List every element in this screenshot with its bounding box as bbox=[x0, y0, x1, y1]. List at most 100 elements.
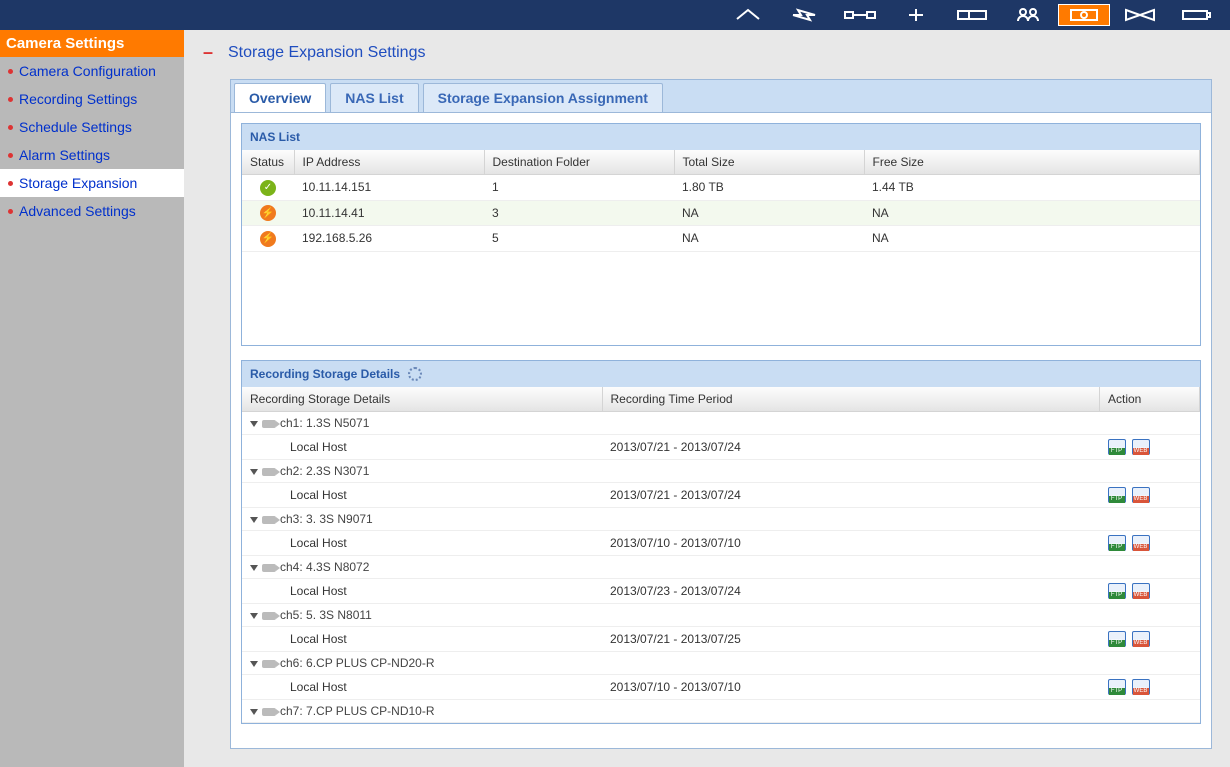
nas-folder: 5 bbox=[484, 226, 674, 252]
bullet-icon bbox=[8, 209, 13, 214]
col-status[interactable]: Status bbox=[242, 150, 294, 175]
nas-ip: 10.11.14.151 bbox=[294, 175, 484, 200]
ftp-icon[interactable] bbox=[1108, 679, 1126, 695]
camera-small-icon bbox=[262, 516, 276, 524]
time-period: 2013/07/21 - 2013/07/24 bbox=[602, 435, 1100, 460]
sidebar-item-5[interactable]: Advanced Settings bbox=[0, 197, 184, 225]
home-icon[interactable] bbox=[722, 4, 774, 26]
storage-host-row[interactable]: Local Host2013/07/23 - 2013/07/24 bbox=[242, 579, 1200, 604]
bullet-icon bbox=[8, 181, 13, 186]
storage-host-row[interactable]: Local Host2013/07/21 - 2013/07/25 bbox=[242, 627, 1200, 652]
col-free[interactable]: Free Size bbox=[864, 150, 1200, 175]
bullet-icon bbox=[8, 97, 13, 102]
action-cell bbox=[1100, 483, 1200, 508]
ftp-icon[interactable] bbox=[1108, 439, 1126, 455]
ftp-icon[interactable] bbox=[1108, 583, 1126, 599]
camera-small-icon bbox=[262, 420, 276, 428]
web-icon[interactable] bbox=[1132, 631, 1150, 647]
channel-row[interactable]: ch5: 5. 3S N8011 bbox=[242, 604, 1200, 627]
collapse-icon[interactable]: – bbox=[202, 42, 214, 63]
camera-small-icon bbox=[262, 564, 276, 572]
channel-row[interactable]: ch3: 3. 3S N9071 bbox=[242, 508, 1200, 531]
ftp-icon[interactable] bbox=[1108, 631, 1126, 647]
expand-icon[interactable] bbox=[250, 613, 258, 619]
tab-body: NAS List Status IP Address Destination F… bbox=[230, 112, 1212, 749]
refresh-icon[interactable] bbox=[408, 367, 422, 381]
camera-small-icon bbox=[262, 468, 276, 476]
camera-icon[interactable] bbox=[1058, 4, 1110, 26]
time-period: 2013/07/10 - 2013/07/10 bbox=[602, 531, 1100, 556]
storage-details-title: Recording Storage Details bbox=[250, 367, 400, 381]
link-icon[interactable] bbox=[834, 4, 886, 26]
storage-host-row[interactable]: Local Host2013/07/21 - 2013/07/24 bbox=[242, 435, 1200, 460]
users-icon[interactable] bbox=[1002, 4, 1054, 26]
sidebar-item-2[interactable]: Schedule Settings bbox=[0, 113, 184, 141]
expand-icon[interactable] bbox=[250, 517, 258, 523]
storage-host-row[interactable]: Local Host2013/07/10 - 2013/07/10 bbox=[242, 675, 1200, 700]
expand-icon[interactable] bbox=[250, 709, 258, 715]
col-period[interactable]: Recording Time Period bbox=[602, 387, 1100, 412]
col-folder[interactable]: Destination Folder bbox=[484, 150, 674, 175]
web-icon[interactable] bbox=[1132, 487, 1150, 503]
storage-host-row[interactable]: Local Host2013/07/10 - 2013/07/10 bbox=[242, 531, 1200, 556]
channel-row[interactable]: ch7: 7.CP PLUS CP-ND10-R bbox=[242, 700, 1200, 723]
storage-host-row[interactable]: Local Host2013/07/21 - 2013/07/24 bbox=[242, 483, 1200, 508]
col-action[interactable]: Action bbox=[1100, 387, 1200, 412]
channel-name: ch6: 6.CP PLUS CP-ND20-R bbox=[280, 656, 435, 670]
sidebar-item-4[interactable]: Storage Expansion bbox=[0, 169, 184, 197]
drive-icon[interactable] bbox=[946, 4, 998, 26]
col-details[interactable]: Recording Storage Details bbox=[242, 387, 602, 412]
expand-icon[interactable] bbox=[250, 661, 258, 667]
status-ok-icon: ✓ bbox=[260, 180, 276, 196]
tab-0[interactable]: Overview bbox=[234, 83, 326, 112]
status-warn-icon: ⚡ bbox=[260, 231, 276, 247]
status-warn-icon: ⚡ bbox=[260, 205, 276, 221]
web-icon[interactable] bbox=[1132, 535, 1150, 551]
col-ip[interactable]: IP Address bbox=[294, 150, 484, 175]
battery-icon[interactable] bbox=[1170, 4, 1222, 26]
nas-table: Status IP Address Destination Folder Tot… bbox=[242, 150, 1200, 175]
nas-free: 1.44 TB bbox=[864, 175, 1200, 200]
host-label: Local Host bbox=[242, 531, 602, 556]
channel-name: ch2: 2.3S N3071 bbox=[280, 464, 369, 478]
channel-name: ch3: 3. 3S N9071 bbox=[280, 512, 373, 526]
ftp-icon[interactable] bbox=[1108, 487, 1126, 503]
bolt-icon[interactable] bbox=[778, 4, 830, 26]
expand-icon[interactable] bbox=[250, 469, 258, 475]
ftp-icon[interactable] bbox=[1108, 535, 1126, 551]
nas-row[interactable]: ⚡10.11.14.413NANA bbox=[242, 200, 1200, 226]
sidebar-item-3[interactable]: Alarm Settings bbox=[0, 141, 184, 169]
sidebar-item-label: Schedule Settings bbox=[19, 119, 132, 135]
action-cell bbox=[1100, 579, 1200, 604]
web-icon[interactable] bbox=[1132, 583, 1150, 599]
tab-1[interactable]: NAS List bbox=[330, 83, 418, 112]
web-icon[interactable] bbox=[1132, 679, 1150, 695]
channel-row[interactable]: ch4: 4.3S N8072 bbox=[242, 556, 1200, 579]
col-total[interactable]: Total Size bbox=[674, 150, 864, 175]
web-icon[interactable] bbox=[1132, 439, 1150, 455]
tab-2[interactable]: Storage Expansion Assignment bbox=[423, 83, 663, 112]
nas-free: NA bbox=[864, 200, 1200, 226]
camera-small-icon bbox=[262, 612, 276, 620]
nas-row[interactable]: ✓10.11.14.15111.80 TB1.44 TB bbox=[242, 175, 1200, 200]
expand-icon[interactable] bbox=[250, 565, 258, 571]
expand-icon[interactable] bbox=[250, 421, 258, 427]
sidebar-item-0[interactable]: Camera Configuration bbox=[0, 57, 184, 85]
page-title: Storage Expansion Settings bbox=[228, 44, 425, 62]
camera-small-icon bbox=[262, 660, 276, 668]
nas-row[interactable]: ⚡192.168.5.265NANA bbox=[242, 226, 1200, 252]
host-label: Local Host bbox=[242, 675, 602, 700]
channel-name: ch7: 7.CP PLUS CP-ND10-R bbox=[280, 704, 435, 718]
channel-row[interactable]: ch1: 1.3S N5071 bbox=[242, 412, 1200, 435]
host-label: Local Host bbox=[242, 579, 602, 604]
plus-icon[interactable] bbox=[890, 4, 942, 26]
bowtie-icon[interactable] bbox=[1114, 4, 1166, 26]
channel-row[interactable]: ch2: 2.3S N3071 bbox=[242, 460, 1200, 483]
nas-total: NA bbox=[674, 226, 864, 252]
channel-name: ch4: 4.3S N8072 bbox=[280, 560, 369, 574]
channel-name: ch1: 1.3S N5071 bbox=[280, 416, 369, 430]
nas-total: 1.80 TB bbox=[674, 175, 864, 200]
sidebar-item-1[interactable]: Recording Settings bbox=[0, 85, 184, 113]
channel-row[interactable]: ch6: 6.CP PLUS CP-ND20-R bbox=[242, 652, 1200, 675]
sidebar-item-label: Recording Settings bbox=[19, 91, 137, 107]
